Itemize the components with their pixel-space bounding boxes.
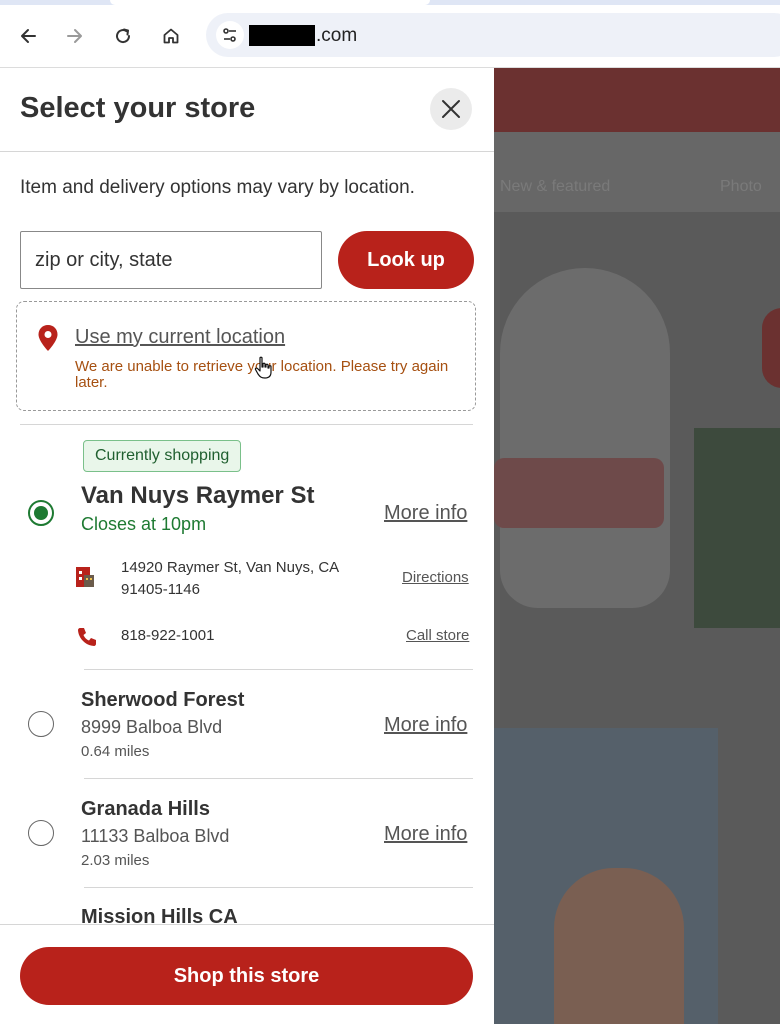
- store-radio[interactable]: [28, 711, 54, 737]
- close-icon: [442, 100, 460, 118]
- divider: [84, 778, 473, 779]
- use-current-location-link[interactable]: Use my current location: [75, 326, 285, 349]
- redacted-domain: [249, 25, 315, 46]
- store-radio-selected[interactable]: [28, 500, 54, 526]
- back-button[interactable]: [12, 20, 44, 52]
- currently-shopping-badge: Currently shopping: [83, 440, 242, 472]
- forward-button[interactable]: [59, 20, 91, 52]
- store-distance: 2.03 miles: [81, 852, 150, 869]
- store-address: 11133 Balboa Blvd: [81, 826, 230, 846]
- bg-image: [500, 268, 670, 608]
- more-info-link[interactable]: More info: [384, 823, 467, 846]
- store-name: Granada Hills: [81, 798, 210, 820]
- store-radio[interactable]: [28, 820, 54, 846]
- close-button[interactable]: [430, 88, 472, 130]
- store-name: Sherwood Forest: [81, 689, 245, 711]
- divider: [84, 669, 473, 670]
- panel-footer: Shop this store: [0, 924, 494, 1024]
- location-pin-icon: [38, 325, 58, 351]
- more-info-link[interactable]: More info: [384, 502, 467, 525]
- intro-text: Item and delivery options may vary by lo…: [20, 177, 415, 198]
- store-hours: Closes at 10pm: [81, 514, 207, 534]
- store-selector-panel: Select your store Item and delivery opti…: [0, 68, 494, 1024]
- home-icon: [163, 28, 179, 44]
- divider: [84, 887, 473, 888]
- tab-strip: [0, 0, 780, 5]
- divider: [20, 424, 473, 425]
- arrow-right-icon: [67, 29, 82, 43]
- location-search-input[interactable]: [20, 231, 322, 289]
- panel-title: Select your store: [20, 92, 256, 124]
- store-address: 8999 Balboa Blvd: [81, 717, 223, 737]
- store-building-icon: [76, 567, 94, 587]
- call-store-link[interactable]: Call store: [406, 627, 469, 644]
- panel-header: Select your store: [0, 68, 494, 152]
- store-distance: 0.64 miles: [81, 743, 150, 760]
- home-button[interactable]: [155, 20, 187, 52]
- look-up-button[interactable]: Look up: [338, 231, 474, 289]
- current-store-name: Van Nuys Raymer St: [81, 482, 315, 509]
- reload-icon: [116, 28, 131, 44]
- reload-button[interactable]: [107, 20, 139, 52]
- store-address: 14920 Raymer St, Van Nuys, CA 91405-1146: [121, 559, 340, 598]
- browser-toolbar: .com: [0, 0, 780, 68]
- url-text: .com: [316, 25, 358, 46]
- shop-this-store-button[interactable]: Shop this store: [20, 947, 473, 1005]
- background-page-overlay[interactable]: New & featured Photo: [494, 68, 780, 1024]
- store-phone: 818-922-1001: [121, 627, 215, 644]
- more-info-link[interactable]: More info: [384, 714, 467, 737]
- phone-icon: [78, 628, 96, 646]
- bg-nav-item: Photo: [720, 178, 762, 195]
- hand-cursor-icon: [254, 356, 272, 379]
- address-bar[interactable]: .com: [206, 13, 780, 57]
- arrow-left-icon: [21, 29, 36, 43]
- current-location-box: Use my current location We are unable to…: [16, 301, 476, 411]
- site-info-button[interactable]: [216, 21, 244, 49]
- tune-icon: [223, 28, 236, 42]
- bg-nav-item: New & featured: [500, 178, 611, 195]
- directions-link[interactable]: Directions: [402, 569, 469, 586]
